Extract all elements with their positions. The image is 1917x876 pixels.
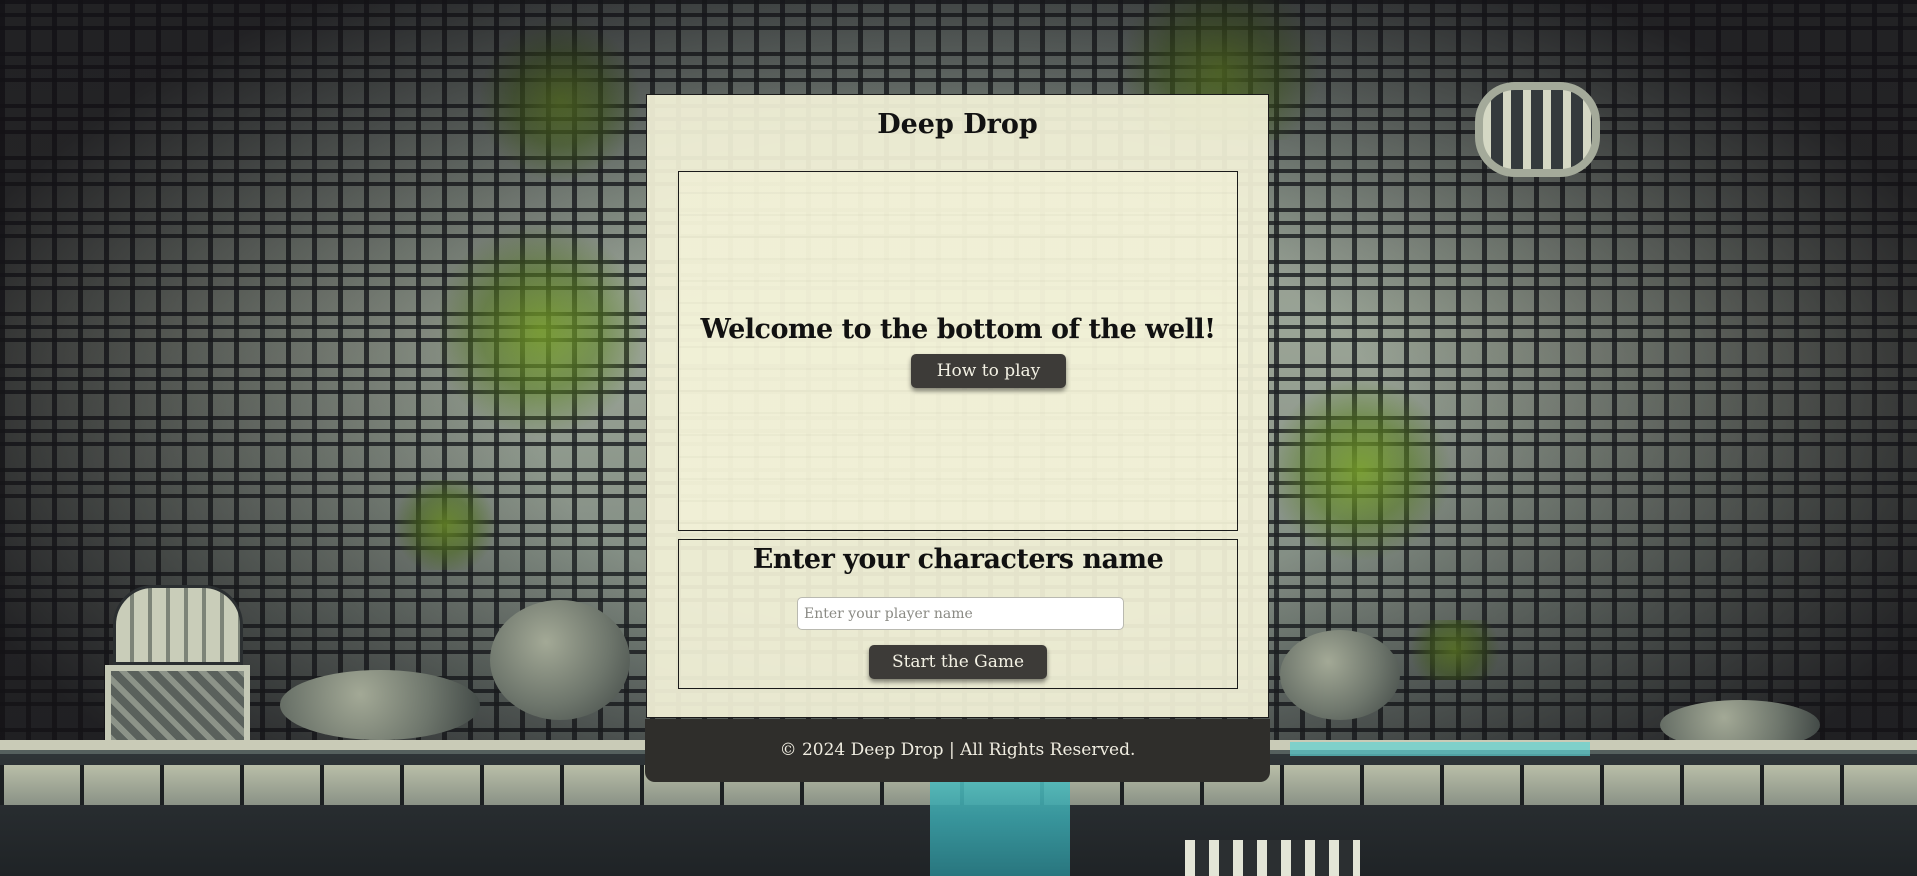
- drain-grate-icon: [1185, 840, 1360, 876]
- rubble-pile: [280, 670, 480, 740]
- main-panel: Deep Drop Welcome to the bottom of the w…: [646, 94, 1269, 718]
- start-game-button[interactable]: Start the Game: [869, 645, 1047, 679]
- treasure-chest-icon: [105, 585, 250, 760]
- rubble-pile: [1280, 630, 1400, 720]
- footer-copyright: © 2024 Deep Drop | All Rights Reserved.: [779, 740, 1136, 760]
- how-to-play-button[interactable]: How to play: [911, 354, 1066, 388]
- barred-window-icon: [1475, 82, 1600, 177]
- player-name-input[interactable]: [797, 597, 1124, 630]
- page-title: Deep Drop: [877, 109, 1038, 140]
- character-name-heading: Enter your characters name: [752, 544, 1164, 575]
- rubble-pile: [490, 600, 630, 720]
- character-name-section: Enter your characters name Start the Gam…: [678, 539, 1238, 689]
- welcome-heading: Welcome to the bottom of the well!: [700, 314, 1216, 345]
- welcome-section: Welcome to the bottom of the well! How t…: [678, 171, 1238, 531]
- chest-lid: [113, 585, 243, 665]
- footer: © 2024 Deep Drop | All Rights Reserved.: [645, 719, 1270, 782]
- water-puddle: [1290, 742, 1590, 756]
